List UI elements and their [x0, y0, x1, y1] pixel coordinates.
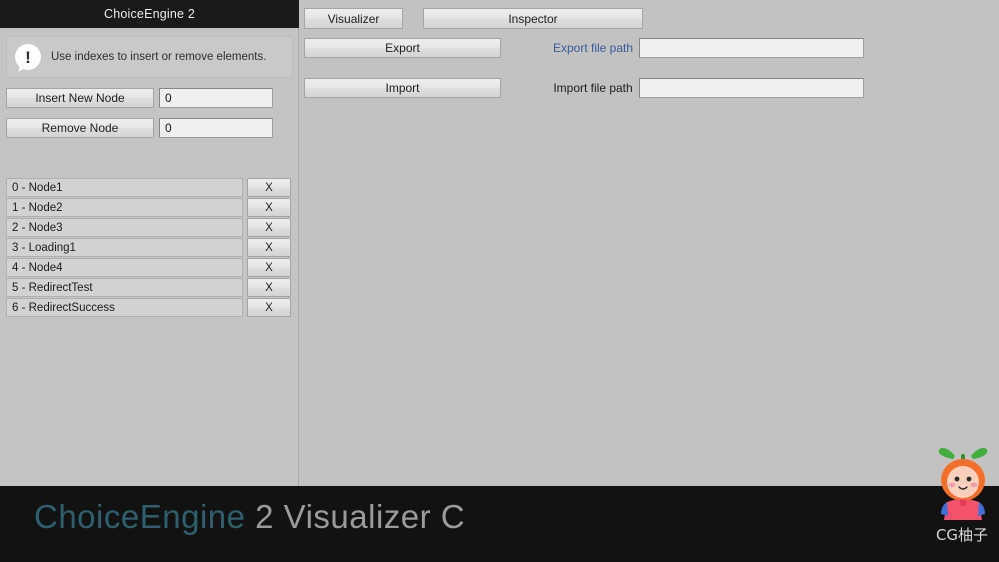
info-banner: ! Use indexes to insert or remove elemen… [6, 36, 293, 78]
cg-youzi-mascot-icon [938, 448, 988, 520]
tab-visualizer[interactable]: Visualizer [304, 8, 403, 29]
node-list-item: 3 - Loading1 X [6, 238, 293, 257]
export-button[interactable]: Export [304, 38, 501, 58]
node-list-item: 1 - Node2 X [6, 198, 293, 217]
node-delete-button[interactable]: X [247, 178, 291, 197]
node-delete-button[interactable]: X [247, 258, 291, 277]
banner-title: ChoiceEngine 2 Visualizer C [34, 498, 465, 536]
left-panel: ChoiceEngine 2 ! Use indexes to insert o… [0, 0, 299, 486]
node-name-input[interactable]: 0 - Node1 [6, 178, 243, 197]
application-window: ChoiceEngine 2 ! Use indexes to insert o… [0, 0, 999, 486]
export-file-path-input[interactable] [639, 38, 864, 58]
export-file-path-label[interactable]: Export file path [533, 38, 653, 58]
import-file-path-label: Import file path [553, 81, 633, 95]
right-panel: Visualizer Inspector Export Export file … [300, 0, 999, 486]
import-button[interactable]: Import [304, 78, 501, 98]
node-name-input[interactable]: 3 - Loading1 [6, 238, 243, 257]
info-banner-text: Use indexes to insert or remove elements… [51, 51, 267, 63]
bottom-banner: ChoiceEngine 2 Visualizer C [0, 486, 999, 562]
node-delete-button[interactable]: X [247, 218, 291, 237]
window-title: ChoiceEngine 2 [103, 7, 196, 21]
remove-node-button[interactable]: Remove Node [6, 118, 154, 138]
screen: ChoiceEngine 2 ! Use indexes to insert o… [0, 0, 999, 562]
banner-brand-text: ChoiceEngine [34, 498, 246, 535]
node-list-item: 6 - RedirectSuccess X [6, 298, 293, 317]
watermark: CG柚子 [925, 444, 999, 554]
node-list-item: 4 - Node4 X [6, 258, 293, 277]
node-delete-button[interactable]: X [247, 238, 291, 257]
banner-rest-text: 2 Visualizer C [245, 498, 466, 535]
remove-index-input[interactable]: 0 [159, 118, 273, 138]
window-titlebar: ChoiceEngine 2 [0, 0, 299, 28]
watermark-text: CG柚子 [935, 526, 989, 544]
node-delete-button[interactable]: X [247, 298, 291, 317]
node-name-input[interactable]: 4 - Node4 [6, 258, 243, 277]
node-delete-button[interactable]: X [247, 198, 291, 217]
exclamation-bubble-icon: ! [15, 44, 41, 74]
node-name-input[interactable]: 6 - RedirectSuccess [6, 298, 243, 317]
node-name-input[interactable]: 5 - RedirectTest [6, 278, 243, 297]
node-name-input[interactable]: 2 - Node3 [6, 218, 243, 237]
insert-new-node-button[interactable]: Insert New Node [6, 88, 154, 108]
node-list-item: 2 - Node3 X [6, 218, 293, 237]
node-name-input[interactable]: 1 - Node2 [6, 198, 243, 217]
node-list-item: 0 - Node1 X [6, 178, 293, 197]
node-list: 0 - Node1 X 1 - Node2 X 2 - Node3 X 3 - Loadin… [6, 178, 293, 318]
tab-inspector[interactable]: Inspector [423, 8, 643, 29]
import-file-path-input[interactable] [639, 78, 864, 98]
node-delete-button[interactable]: X [247, 278, 291, 297]
insert-index-input[interactable]: 0 [159, 88, 273, 108]
node-list-item: 5 - RedirectTest X [6, 278, 293, 297]
